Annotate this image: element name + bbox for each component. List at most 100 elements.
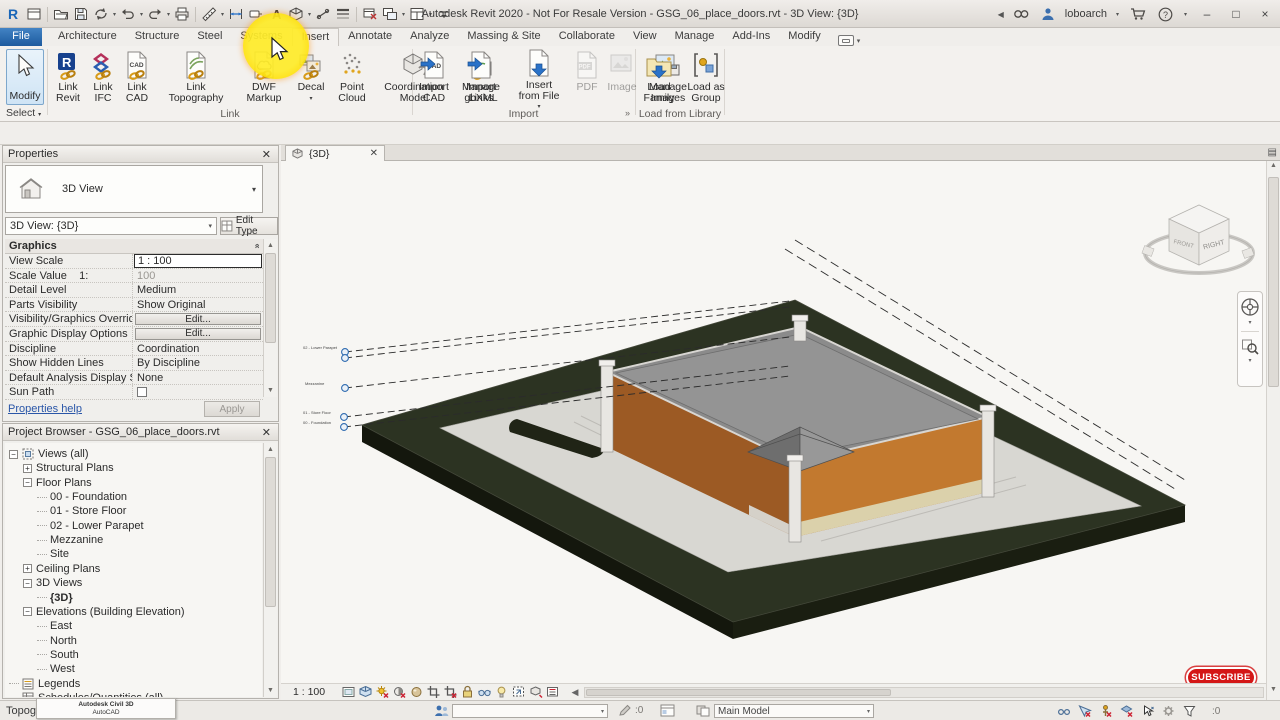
view-scale-control[interactable]: 1 : 100 [293, 686, 341, 698]
tree-item-site[interactable]: Site [37, 547, 69, 561]
tree-expander-icon[interactable]: + [23, 463, 32, 473]
measure-caret-icon[interactable]: ▾ [219, 11, 226, 18]
edit-button[interactable]: Edit... [135, 313, 261, 325]
tree-item-floor-plans[interactable]: − Floor Plans [23, 476, 92, 490]
steering-wheel-icon[interactable] [1240, 297, 1260, 317]
collapse-section-icon[interactable]: » [251, 243, 261, 248]
tree-item-structural-plans[interactable]: + Structural Plans [23, 461, 114, 475]
edit-button[interactable]: Edit... [135, 327, 261, 340]
edit-type-button[interactable]: Edit Type [220, 215, 278, 237]
view-tab-close-icon[interactable]: ✕ [370, 148, 378, 159]
graphics-section-header[interactable]: Graphics» [5, 239, 263, 254]
design-options-icon[interactable] [696, 704, 710, 717]
sun-path-icon[interactable] [375, 685, 390, 699]
design-option-combo[interactable]: Main Model ▾ [714, 704, 874, 718]
print-icon[interactable] [172, 4, 192, 24]
properties-help-link[interactable]: Properties help [8, 403, 82, 415]
editable-only-icon[interactable] [1056, 704, 1071, 720]
import-gbxml-button[interactable]: Import gbXML [456, 48, 506, 108]
level-markers[interactable]: 02 - Lower Parapet Mezzanine 01 - Store … [303, 345, 349, 431]
app-store-cart-icon[interactable] [1128, 4, 1148, 24]
worksets-icon[interactable] [434, 704, 449, 718]
property-value[interactable]: Edit... [133, 327, 263, 341]
tree-item-legends[interactable]: Legends [9, 677, 80, 691]
hscroll-left-arrow-icon[interactable]: ◀ [568, 687, 582, 698]
minimize-button[interactable]: – [1196, 7, 1218, 21]
temporary-view-properties-icon[interactable] [511, 685, 526, 699]
navigation-bar[interactable]: ▾ ▾ [1237, 291, 1263, 387]
tab-modify[interactable]: Modify [779, 28, 829, 46]
property-value[interactable]: 100 [133, 269, 263, 283]
point-cloud-button[interactable]: Point Cloud [332, 48, 372, 108]
tab-add-ins[interactable]: Add-Ins [723, 28, 779, 46]
tab-manage[interactable]: Manage [666, 28, 724, 46]
import-cad-button[interactable]: CAD Import CAD [414, 48, 454, 108]
signed-in-user[interactable]: loboarch [1065, 8, 1107, 20]
select-panel-label[interactable]: Select ▾ [6, 107, 46, 119]
zoom-icon[interactable] [1241, 337, 1259, 355]
undo-caret-icon[interactable]: ▾ [138, 11, 145, 18]
tree-item-02-lower-parapet[interactable]: 02 - Lower Parapet [37, 519, 144, 533]
view-tab-3d[interactable]: {3D} ✕ [285, 145, 385, 161]
load-as-group-button[interactable]: Load as Group [683, 48, 729, 108]
tree-item-east[interactable]: East [37, 619, 72, 633]
tree-item-south[interactable]: South [37, 648, 79, 662]
select-links-icon[interactable] [1077, 704, 1092, 720]
tree-item-3d-views[interactable]: −3D Views [23, 576, 82, 590]
zoom-menu-caret-icon[interactable]: ▾ [1248, 357, 1251, 364]
project-browser-close-icon[interactable]: ✕ [260, 426, 273, 439]
tab-annotate[interactable]: Annotate [339, 28, 401, 46]
link-cad-button[interactable]: CAD Link CAD [120, 48, 154, 108]
ribbon-display-toggle[interactable]: ▾ [837, 35, 860, 46]
insert-from-file-button[interactable]: Insert from File ▾ [508, 48, 570, 110]
property-value[interactable] [133, 385, 263, 399]
close-button[interactable]: × [1254, 7, 1276, 21]
horizontal-scrollbar[interactable] [584, 686, 1264, 698]
tree-expander-icon[interactable]: − [9, 449, 18, 459]
property-value-input[interactable]: 1 : 100 [134, 254, 262, 268]
select-by-face-icon[interactable] [1119, 704, 1134, 720]
drag-on-selection-icon[interactable] [1140, 704, 1155, 720]
temporary-hide-isolate-icon[interactable] [477, 685, 492, 699]
panel-label-load-from-library[interactable]: Load from Library [637, 107, 723, 121]
search-icon[interactable] [1011, 4, 1031, 24]
lock-3d-view-icon[interactable] [460, 685, 475, 699]
crop-view-icon[interactable] [426, 685, 441, 699]
redo-icon[interactable] [145, 4, 165, 24]
project-browser-scrollbar[interactable]: ▲ ▼ [263, 443, 277, 697]
rendering-icon[interactable] [409, 685, 424, 699]
revit-logo-icon[interactable]: R [4, 4, 24, 24]
tree-item-schedules-quantities-all-[interactable]: Schedules/Quantities (all) [9, 691, 163, 697]
properties-header[interactable]: Properties ✕ [3, 146, 278, 163]
property-value[interactable]: Show Original [133, 298, 263, 312]
property-value[interactable]: By Discipline [133, 356, 263, 370]
tab-collaborate[interactable]: Collaborate [550, 28, 624, 46]
show-crop-region-icon[interactable] [443, 685, 458, 699]
property-value[interactable]: Coordination [133, 342, 263, 356]
instance-selector-combo[interactable]: 3D View: {3D} ▾ [5, 217, 217, 235]
properties-close-icon[interactable]: ✕ [260, 148, 273, 161]
user-menu-caret-icon[interactable]: ▾ [1114, 11, 1121, 18]
tree-item-west[interactable]: West [37, 662, 75, 676]
properties-scrollbar[interactable]: ▲ ▼ [263, 239, 277, 397]
vertical-scrollbar[interactable]: ▲ ▼ [1266, 161, 1280, 700]
reveal-constraints-icon[interactable] [545, 685, 560, 699]
property-value[interactable]: 1 : 100 [133, 254, 263, 268]
tab-architecture[interactable]: Architecture [49, 28, 126, 46]
tab-view[interactable]: View [624, 28, 666, 46]
load-family-button[interactable]: Load Family [637, 48, 681, 108]
tree-expander-icon[interactable]: − [23, 578, 32, 588]
help-icon[interactable]: ? [1155, 4, 1175, 24]
worksharing-display-icon[interactable] [660, 704, 675, 717]
property-value[interactable]: None [133, 371, 263, 385]
editing-requests-indicator[interactable]: :0 [618, 704, 643, 717]
visual-style-icon[interactable] [358, 685, 373, 699]
displaced-elements-icon[interactable] [528, 685, 543, 699]
settings-icon[interactable] [1161, 704, 1176, 720]
collapse-infocenter-icon[interactable]: ◀ [998, 10, 1004, 19]
file-window-icon[interactable] [24, 4, 44, 24]
detail-level-icon[interactable] [341, 685, 356, 699]
viewcube[interactable]: RIGHT FRONT [1141, 204, 1255, 275]
tab-steel[interactable]: Steel [188, 28, 231, 46]
tab-analyze[interactable]: Analyze [401, 28, 458, 46]
